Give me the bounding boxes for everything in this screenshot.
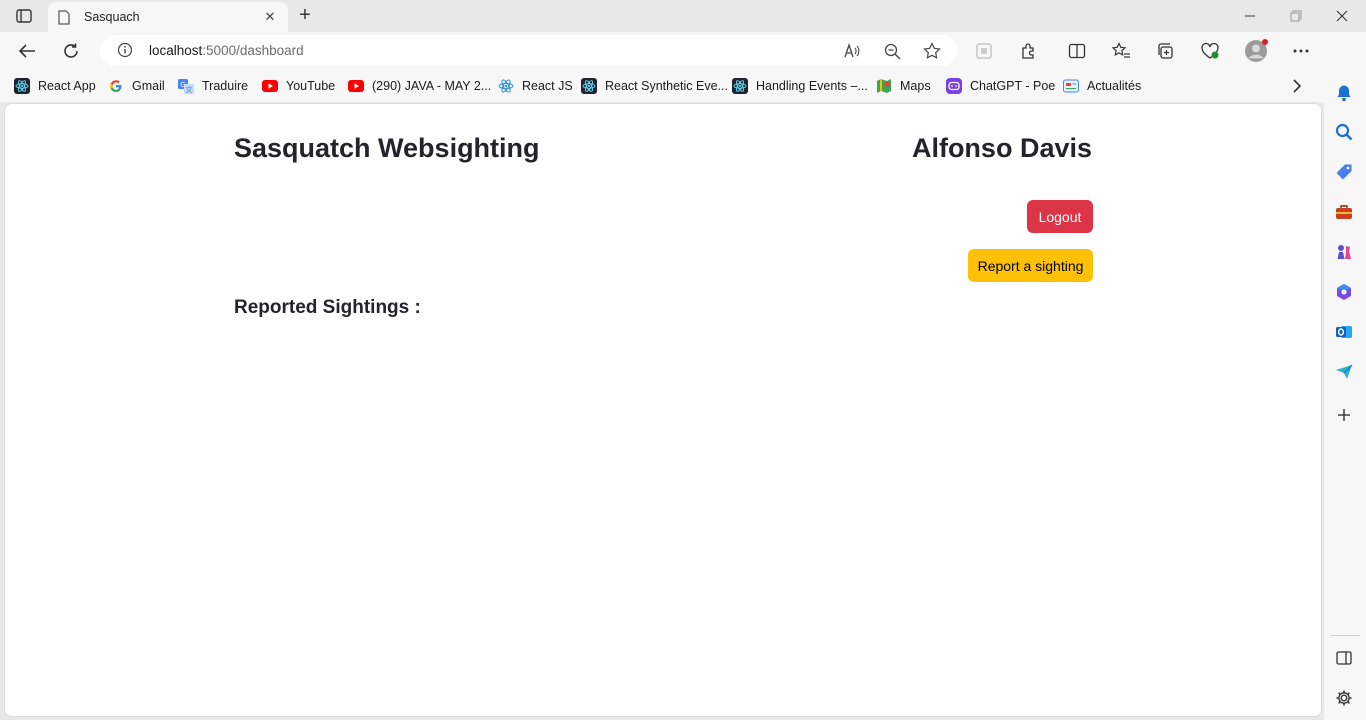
tab-strip: Sasquach ✕ + — [0, 0, 1366, 32]
briefcase-icon[interactable] — [1334, 202, 1354, 222]
bookmark-label: React App — [38, 79, 96, 93]
reported-sightings-heading: Reported Sightings : — [234, 297, 421, 318]
site-info-icon[interactable] — [116, 41, 134, 59]
send-icon[interactable] — [1334, 362, 1354, 382]
news-icon — [1063, 78, 1079, 94]
chevron-right-icon[interactable] — [1288, 77, 1306, 95]
profile-avatar[interactable] — [1243, 39, 1269, 63]
maps-icon — [876, 78, 892, 94]
tab-active[interactable]: Sasquach ✕ — [48, 2, 288, 32]
tab-actions-icon[interactable] — [12, 6, 36, 26]
bookmark-label: Gmail — [132, 79, 165, 93]
new-tab-button[interactable]: + — [294, 4, 316, 26]
tab-close-icon[interactable]: ✕ — [262, 9, 278, 25]
bookmark-maps[interactable]: Maps — [876, 77, 931, 95]
refresh-icon[interactable] — [58, 39, 84, 63]
bookmark-label: Traduire — [202, 79, 249, 93]
site-title: Sasquatch Websighting — [234, 133, 540, 163]
bookmark-gmail[interactable]: Gmail — [108, 77, 165, 95]
bookmark-handling-events[interactable]: Handling Events –... — [732, 77, 868, 95]
add-icon[interactable] — [1334, 405, 1354, 425]
bell-icon[interactable] — [1334, 83, 1354, 103]
read-aloud-icon[interactable] — [841, 40, 863, 62]
bookmark-youtube[interactable]: YouTube — [262, 77, 335, 95]
outlook-icon[interactable] — [1334, 322, 1354, 342]
settings-more-icon[interactable] — [1288, 39, 1314, 63]
bookmark-label: YouTube — [286, 79, 336, 93]
youtube-icon — [262, 78, 278, 94]
page-viewport: Sasquatch Websighting Alfonso Davis Logo… — [4, 103, 1322, 717]
bookmarks-bar: React App Gmail G文 Traduire YouTube (290… — [0, 70, 1366, 102]
react-icon — [581, 78, 597, 94]
bookmark-react-app[interactable]: React App — [14, 77, 96, 95]
bookmark-label: Actualités — [1087, 79, 1142, 93]
app-available-icon[interactable] — [971, 39, 997, 63]
favorites-icon[interactable] — [1108, 39, 1134, 63]
bookmark-traduire[interactable]: G文 Traduire — [178, 77, 248, 95]
report-sighting-button[interactable]: Report a sighting — [968, 249, 1093, 282]
split-panel-icon[interactable] — [1334, 648, 1354, 668]
bookmark-label: React Synthetic Eve... — [605, 79, 728, 93]
google-icon — [108, 78, 124, 94]
react-icon — [14, 78, 30, 94]
page-icon — [58, 9, 72, 25]
react-icon — [498, 78, 514, 94]
extensions-icon[interactable] — [1016, 39, 1042, 63]
bookmark-java-may[interactable]: (290) JAVA - MAY 2... — [348, 77, 491, 95]
tag-icon[interactable] — [1334, 162, 1354, 182]
back-icon[interactable] — [14, 39, 40, 63]
bookmark-label: (290) JAVA - MAY 2... — [372, 79, 492, 93]
zoom-out-icon[interactable] — [881, 40, 903, 62]
settings-icon[interactable] — [1334, 688, 1354, 708]
chess-icon[interactable] — [1334, 242, 1354, 262]
user-name: Alfonso Davis — [911, 133, 1092, 163]
bookmark-react-synthetic[interactable]: React Synthetic Eve... — [581, 77, 728, 95]
bookmark-label: Maps — [900, 79, 931, 93]
browser-essentials-icon[interactable] — [1197, 39, 1223, 63]
restore-icon[interactable] — [1282, 4, 1310, 28]
search-icon[interactable] — [1334, 122, 1354, 142]
browser-toolbar: localhost:5000/dashboard — [0, 32, 1366, 70]
edge-sidebar — [1324, 32, 1366, 720]
url-text[interactable]: localhost:5000/dashboard — [149, 43, 304, 58]
react-icon — [732, 78, 748, 94]
youtube-icon — [348, 78, 364, 94]
bookmark-label: Handling Events –... — [756, 79, 868, 93]
sidebar-divider — [1330, 635, 1360, 636]
url-path: :5000/dashboard — [202, 43, 304, 58]
favorite-star-icon[interactable] — [921, 40, 943, 62]
tab-title: Sasquach — [84, 10, 140, 24]
bookmark-react-js[interactable]: React JS — [498, 77, 573, 95]
collections-icon[interactable] — [1152, 39, 1178, 63]
split-screen-icon[interactable] — [1064, 39, 1090, 63]
poe-icon — [946, 78, 962, 94]
close-window-icon[interactable] — [1328, 4, 1356, 28]
bookmark-chatgpt-poe[interactable]: ChatGPT - Poe — [946, 77, 1055, 95]
logout-button[interactable]: Logout — [1027, 200, 1093, 233]
office-icon[interactable] — [1334, 282, 1354, 302]
svg-text:文: 文 — [186, 85, 193, 94]
bookmark-label: React JS — [522, 79, 573, 93]
minimize-icon[interactable] — [1236, 4, 1264, 28]
bookmark-actualites[interactable]: Actualités — [1063, 77, 1141, 95]
bookmark-label: ChatGPT - Poe — [970, 79, 1056, 93]
url-host: localhost — [149, 43, 203, 58]
translate-icon: G文 — [178, 78, 194, 94]
address-bar[interactable]: localhost:5000/dashboard — [100, 35, 957, 66]
